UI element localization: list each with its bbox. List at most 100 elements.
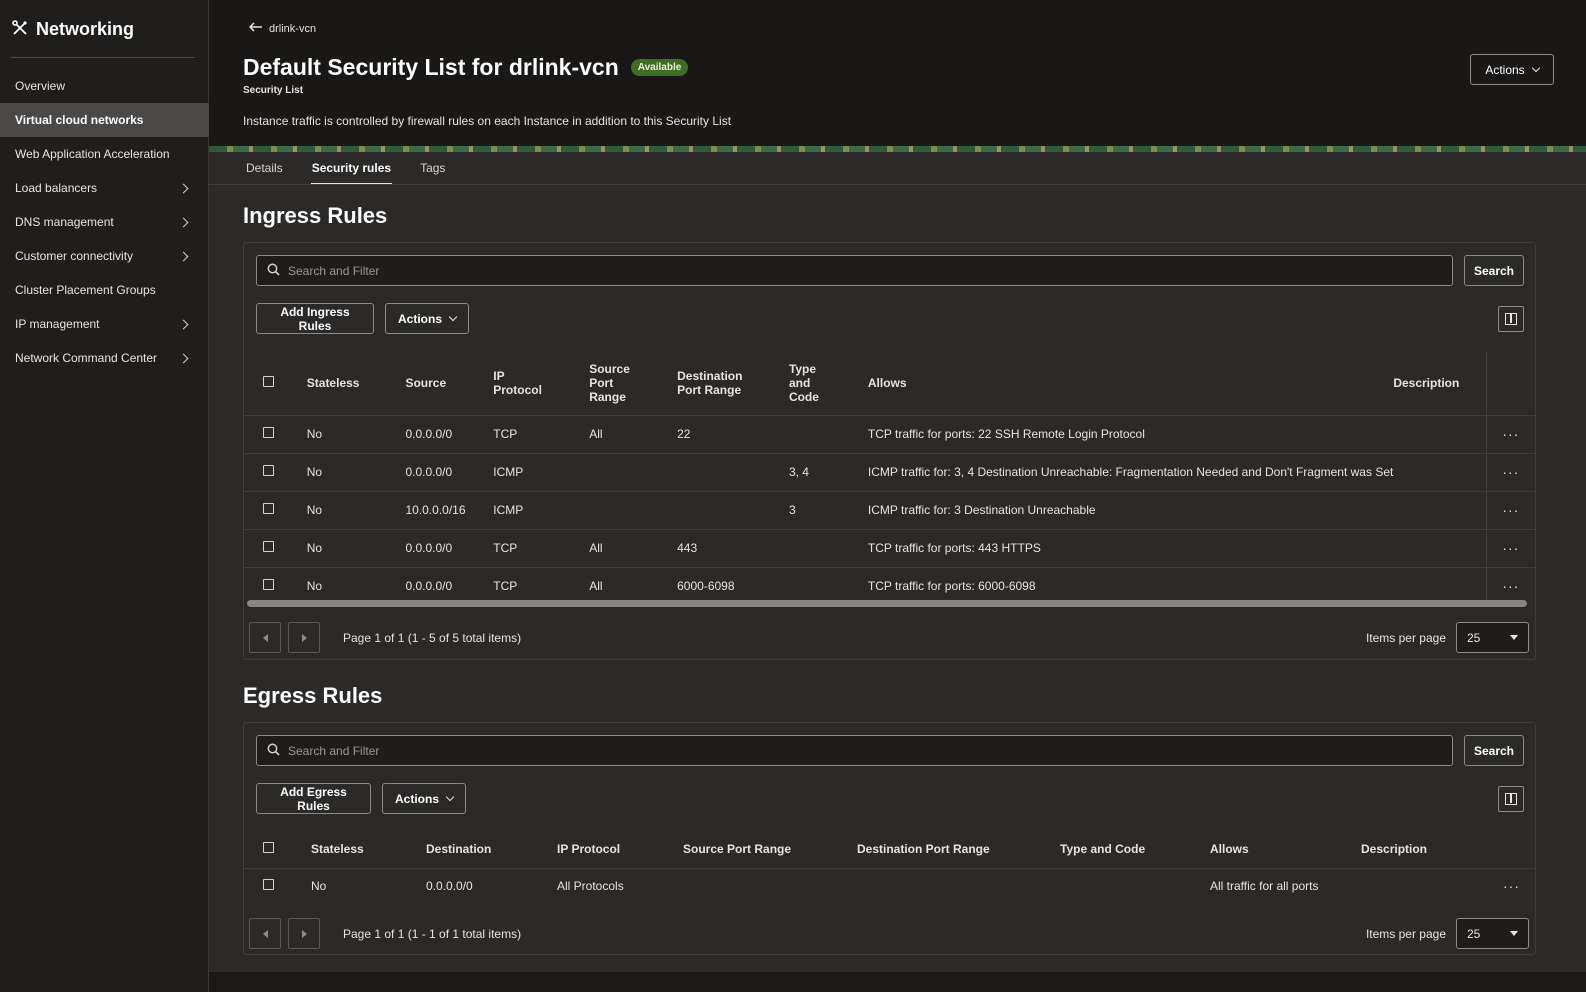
ingress-actions-button[interactable]: Actions [385,303,469,334]
add-ingress-rules-button[interactable]: Add Ingress Rules [256,303,374,334]
table-row: No 10.0.0.0/16 ICMP 3 ICMP traffic for: … [244,491,1535,529]
column-header-ip-protocol[interactable]: IP Protocol [557,830,683,868]
sidebar-item-label: Load balancers [15,181,98,195]
row-checkbox[interactable] [263,579,274,591]
cell-type-and-code [1060,868,1210,904]
column-header-allows[interactable]: Allows [1210,830,1361,868]
tab-tags[interactable]: Tags [419,152,446,185]
column-header-destination-port-range[interactable]: Destination Port Range [677,351,789,415]
arrow-left-icon [248,22,263,35]
column-header-stateless[interactable]: Stateless [311,830,426,868]
ingress-search-button[interactable]: Search [1464,255,1524,286]
column-header-source-port-range[interactable]: Source Port Range [683,830,857,868]
chevron-right-icon [178,251,189,261]
column-header-allows[interactable]: Allows [868,351,1393,415]
row-checkbox[interactable] [263,541,274,552]
cell-type-and-code [789,415,868,453]
ingress-rules-panel: Search Add Ingress Rules Actions Statele… [243,242,1536,660]
sidebar-item-customer-connectivity[interactable]: Customer connectivity [0,239,209,273]
sidebar-item-label: Network Command Center [15,351,158,365]
caret-down-icon [1510,635,1518,640]
page-header: drlink-vcn Default Security List for drl… [209,0,1586,146]
sidebar-item-dns-management[interactable]: DNS management [0,205,209,239]
cell-source: 0.0.0.0/0 [405,427,453,441]
cell-source-port-range [589,453,677,491]
kebab-menu-icon[interactable]: ··· [1485,453,1535,491]
items-per-page-select[interactable]: 25 [1456,622,1529,653]
sidebar-item-ip-management[interactable]: IP management [0,307,209,341]
previous-page-button[interactable] [249,918,281,949]
chevron-right-icon [178,217,189,227]
next-page-button[interactable] [288,918,320,949]
table-header-row: Stateless Destination IP Protocol Source… [244,830,1535,868]
add-egress-rules-button[interactable]: Add Egress Rules [256,783,371,814]
horizontal-scrollbar[interactable] [247,600,1527,607]
search-icon [267,743,280,759]
page-title: Default Security List for drlink-vcn [243,54,619,80]
cell-destination-port-range: 22 [677,427,691,441]
actions-label: Actions [397,311,442,326]
column-header-source[interactable]: Source [405,351,493,415]
header-actions-button[interactable]: Actions [1470,54,1554,85]
column-header-type-and-code[interactable]: Type and Code [789,351,868,415]
cell-allows: ICMP traffic for: 3 Destination Unreacha… [867,503,1096,517]
row-checkbox[interactable] [263,879,274,891]
ingress-rules-title: Ingress Rules [243,203,388,228]
column-header-description[interactable]: Description [1393,351,1486,415]
sidebar-item-virtual-cloud-networks[interactable]: Virtual cloud networks [0,103,209,137]
previous-page-button[interactable] [249,622,281,653]
tab-security-rules[interactable]: Security rules [310,152,393,185]
row-checkbox[interactable] [263,465,274,476]
breadcrumb-back-link[interactable]: drlink-vcn [248,22,316,35]
cell-source-port-range [683,868,857,904]
sidebar-item-load-balancers[interactable]: Load balancers [0,171,209,205]
egress-search-button[interactable]: Search [1464,735,1524,766]
row-checkbox[interactable] [263,503,274,514]
cell-ip-protocol: All Protocols [557,879,624,894]
egress-columns-button[interactable] [1498,786,1524,812]
sidebar-item-cluster-placement-groups[interactable]: Cluster Placement Groups [0,273,209,307]
caret-down-icon [1510,931,1518,936]
next-page-button[interactable] [288,622,320,653]
column-header-type-and-code[interactable]: Type and Code [1060,830,1210,868]
egress-search-input[interactable] [288,743,1388,758]
ingress-search-input[interactable] [288,263,1388,278]
kebab-menu-icon[interactable]: ··· [1485,529,1535,567]
select-all-checkbox[interactable] [263,841,274,853]
row-checkbox[interactable] [263,427,274,438]
tab-details[interactable]: Details [245,152,284,185]
brand: Networking [0,0,208,58]
select-all-checkbox[interactable] [263,375,274,387]
caret-right-icon [301,633,307,642]
column-header-description[interactable]: Description [1361,830,1488,868]
chevron-down-icon [448,312,458,322]
chevron-down-icon [1531,63,1540,73]
sidebar-item-web-application-acceleration[interactable]: Web Application Acceleration [0,137,209,171]
cell-destination-port-range [677,453,789,491]
egress-items-per-page: Items per page 25 [1366,918,1529,949]
kebab-menu-icon[interactable]: ··· [1485,415,1535,453]
sidebar-item-label: Overview [15,79,66,93]
cell-stateless: No [306,541,323,555]
sidebar-item-overview[interactable]: Overview [0,69,209,103]
kebab-menu-icon[interactable]: ··· [1488,868,1535,904]
ingress-columns-button[interactable] [1498,306,1524,332]
column-header-ip-protocol[interactable]: IP Protocol [493,351,589,415]
cell-description [1393,491,1486,529]
actions-label: Actions [394,791,439,806]
sidebar-item-network-command-center[interactable]: Network Command Center [0,341,209,375]
table-row: No 0.0.0.0/0 TCP All 443 TCP traffic for… [244,529,1535,567]
column-header-destination-port-range[interactable]: Destination Port Range [857,830,1060,868]
cell-destination-port-range [857,868,1060,904]
items-per-page-select[interactable]: 25 [1456,918,1529,949]
cell-type-and-code: 3 [788,503,796,517]
sidebar-nav: Overview Virtual cloud networks Web Appl… [0,69,209,375]
kebab-menu-icon[interactable]: ··· [1485,491,1535,529]
egress-actions-button[interactable]: Actions [382,783,466,814]
column-header-destination[interactable]: Destination [426,830,557,868]
cell-type-and-code: 3, 4 [788,465,809,479]
table-row: No 0.0.0.0/0 ICMP 3, 4 ICMP traffic for:… [244,453,1535,491]
column-header-stateless[interactable]: Stateless [307,351,406,415]
ingress-items-per-page: Items per page 25 [1366,622,1529,653]
column-header-source-port-range[interactable]: Source Port Range [589,351,677,415]
